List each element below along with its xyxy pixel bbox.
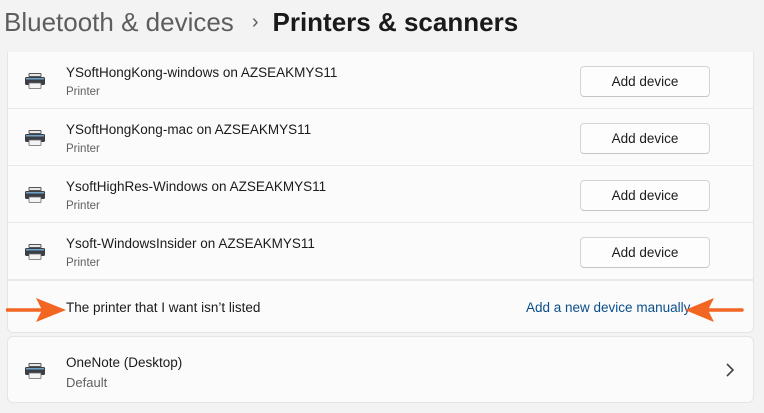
add-device-button[interactable]: Add device: [580, 66, 710, 97]
printer-name: YsoftHighRes-Windows on AZSEAKMYS11: [66, 179, 327, 194]
printer-icon: [25, 244, 45, 260]
printer-type: Printer: [66, 200, 100, 212]
printer-icon: [25, 130, 45, 146]
printer-name: YSoftHongKong-windows on AZSEAKMYS11: [66, 65, 338, 80]
installed-printer-name: OneNote (Desktop): [66, 355, 183, 370]
printer-icon: [25, 73, 45, 89]
printer-name: YSoftHongKong-mac on AZSEAKMYS11: [66, 122, 312, 137]
printer-not-listed-row: The printer that I want isn’t listed Add…: [8, 280, 753, 332]
add-device-button[interactable]: Add device: [580, 180, 710, 211]
add-device-button[interactable]: Add device: [580, 123, 710, 154]
printer-row: YSoftHongKong-windows on AZSEAKMYS11 Pri…: [8, 52, 753, 109]
annotation-arrow-right-icon: [6, 298, 66, 322]
add-device-button[interactable]: Add device: [580, 237, 710, 268]
chevron-right-icon: [726, 363, 735, 377]
printer-not-listed-label: The printer that I want isn’t listed: [66, 300, 261, 315]
printer-icon: [25, 187, 45, 203]
page-title: Printers & scanners: [272, 6, 519, 37]
annotation-arrow-left-icon: [685, 298, 744, 322]
printer-type: Printer: [66, 143, 100, 155]
breadcrumb: Bluetooth & devices › Printers & scanner…: [4, 2, 518, 42]
installed-printer-status: Default: [66, 375, 108, 390]
available-printers-list: YSoftHongKong-windows on AZSEAKMYS11 Pri…: [7, 52, 754, 333]
printer-name: Ysoft-WindowsInsider on AZSEAKMYS11: [66, 236, 315, 251]
breadcrumb-separator-icon: ›: [251, 10, 259, 33]
installed-printer-onenote[interactable]: OneNote (Desktop) Default: [7, 336, 754, 403]
printer-icon: [25, 363, 45, 379]
printer-row: Ysoft-WindowsInsider on AZSEAKMYS11 Prin…: [8, 223, 753, 280]
printer-type: Printer: [66, 86, 100, 98]
printer-type: Printer: [66, 257, 100, 269]
printer-row: YSoftHongKong-mac on AZSEAKMYS11 Printer…: [8, 109, 753, 166]
add-device-manually-link[interactable]: Add a new device manually: [526, 300, 690, 315]
printer-row: YsoftHighRes-Windows on AZSEAKMYS11 Prin…: [8, 166, 753, 223]
breadcrumb-parent[interactable]: Bluetooth & devices: [4, 7, 234, 38]
